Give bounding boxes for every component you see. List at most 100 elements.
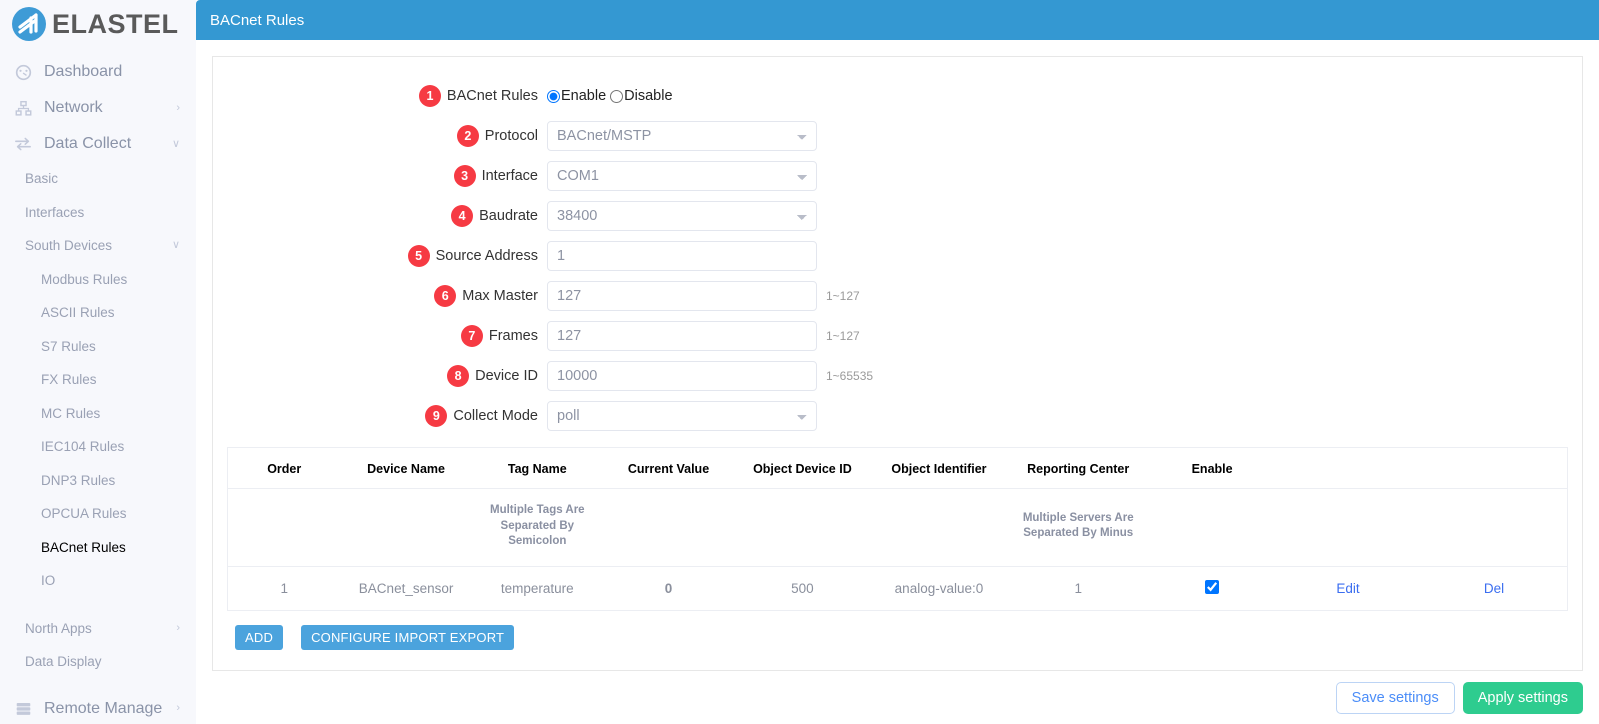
chevron-right-icon: › [176, 702, 180, 714]
chevron-right-icon: › [176, 621, 180, 634]
enable-radio[interactable] [547, 89, 560, 103]
add-button[interactable]: ADD [235, 624, 284, 650]
device-id-hint: 1~65535 [826, 369, 874, 383]
enable-checkbox[interactable] [1205, 579, 1220, 594]
delete-link[interactable]: Del [1484, 581, 1504, 596]
sidebar-item-basic[interactable]: Basic [0, 162, 196, 196]
protocol-select[interactable]: BACnet/MSTP [547, 121, 817, 151]
form-row-max-master: 6 Max Master 1~127 [227, 281, 1568, 311]
radio-option-disable[interactable]: Disable [610, 88, 673, 104]
dashboard-icon [13, 62, 33, 82]
main-area: BACnet Rules 1 BACnet Rules Enable Disab… [196, 0, 1599, 724]
badge-cell: 7 Frames [227, 325, 547, 347]
table-row: 1 BACnet_sensor temperature 0 500 analog… [228, 566, 1567, 610]
radio-option-enable[interactable]: Enable [547, 88, 606, 104]
rules-table: Order Device Name Tag Name Current Value… [228, 448, 1567, 610]
bacnet-settings-form: 1 BACnet Rules Enable Disable 2 Protocol… [227, 75, 1568, 431]
field-label-source-address: Source Address [435, 248, 538, 264]
enable-disable-radio-group: Enable Disable [547, 88, 673, 104]
page-title: BACnet Rules [210, 11, 305, 29]
sidebar-item-dnp3-rules[interactable]: DNP3 Rules [0, 464, 196, 498]
subhead-reporting-center: Multiple Servers Are Separated By Minus [1007, 488, 1150, 567]
table-actions: ADD CONFIGURE IMPORT EXPORT [227, 624, 1568, 650]
max-master-input[interactable] [547, 281, 817, 311]
sidebar-item-label: Data Display [25, 654, 102, 669]
interface-select[interactable]: COM1 [547, 161, 817, 191]
field-control: COM1 [547, 161, 817, 191]
form-row-frames: 7 Frames 1~127 [227, 321, 1568, 351]
sidebar-item-data-collect[interactable]: Data Collect ∨ [0, 126, 196, 162]
sidebar-item-interfaces[interactable]: Interfaces [0, 196, 196, 230]
chevron-right-icon: › [176, 101, 180, 114]
sidebar-item-label: North Apps [25, 620, 92, 636]
subhead-order [228, 488, 341, 567]
badge-cell: 3 Interface [227, 165, 547, 187]
sidebar-item-modbus-rules[interactable]: Modbus Rules [0, 263, 196, 297]
sidebar-item-mc-rules[interactable]: MC Rules [0, 397, 196, 431]
field-label-protocol: Protocol [484, 128, 538, 144]
field-control: poll [547, 401, 817, 431]
page-header-bar: BACnet Rules [196, 0, 1599, 40]
form-row-baudrate: 4 Baudrate 38400 [227, 201, 1568, 231]
sidebar-item-label: FX Rules [41, 372, 97, 387]
subhead-del [1420, 488, 1567, 567]
configure-import-export-button[interactable]: CONFIGURE IMPORT EXPORT [301, 624, 515, 650]
frames-input[interactable] [547, 321, 817, 351]
sidebar-item-ascii-rules[interactable]: ASCII Rules [0, 296, 196, 330]
chevron-down-icon: ∨ [171, 239, 180, 251]
sidebar-top-nav: Dashboard Network › Data Collect ∨ [0, 54, 196, 162]
source-address-input[interactable] [547, 241, 817, 271]
sidebar-item-label: IEC104 Rules [41, 439, 125, 454]
max-master-hint: 1~127 [826, 289, 860, 303]
subhead-tag-name: Multiple Tags Are Separated By Semicolon [471, 488, 603, 567]
collect-mode-select[interactable]: poll [547, 401, 817, 431]
col-enable: Enable [1149, 448, 1276, 489]
settings-card: 1 BACnet Rules Enable Disable 2 Protocol… [212, 56, 1583, 671]
step-badge-5: 5 [407, 245, 430, 267]
sidebar-item-iec104-rules[interactable]: IEC104 Rules [0, 430, 196, 464]
cell-object-device-id: 500 [791, 580, 814, 596]
cell-edit: Edit [1275, 566, 1421, 610]
chevron-down-icon: ∨ [171, 137, 180, 150]
device-id-input[interactable] [547, 361, 817, 391]
radio-label-enable: Enable [561, 88, 607, 104]
disable-radio[interactable] [610, 89, 624, 103]
badge-cell: 4 Baudrate [227, 205, 547, 227]
edit-link[interactable]: Edit [1336, 581, 1359, 596]
field-control [547, 321, 817, 351]
subhead-object-device-id [734, 488, 871, 567]
sidebar-item-io[interactable]: IO [0, 564, 196, 598]
sidebar-item-data-display[interactable]: Data Display [0, 645, 196, 679]
badge-cell: 2 Protocol [227, 125, 547, 147]
col-object-device-id: Object Device ID [734, 448, 871, 489]
sidebar-item-fx-rules[interactable]: FX Rules [0, 363, 196, 397]
sidebar-item-bacnet-rules[interactable]: BACnet Rules [0, 531, 196, 565]
elastel-logo-icon [10, 5, 48, 43]
sidebar-item-north-apps[interactable]: North Apps › [0, 612, 196, 646]
step-badge-2: 2 [456, 125, 479, 147]
col-device-name: Device Name [340, 448, 472, 489]
col-order: Order [228, 448, 341, 489]
sidebar-item-label: Modbus Rules [41, 271, 128, 287]
field-label-device-id: Device ID [475, 368, 538, 384]
badge-cell: 6 Max Master [227, 285, 547, 307]
sidebar-item-dashboard[interactable]: Dashboard [0, 54, 196, 90]
sidebar-item-network[interactable]: Network › [0, 90, 196, 126]
sidebar-item-south-devices[interactable]: South Devices ∨ [0, 229, 196, 263]
sidebar-item-opcua-rules[interactable]: OPCUA Rules [0, 497, 196, 531]
sidebar-item-label: Data Collect [44, 135, 132, 152]
col-object-identifier: Object Identifier [870, 448, 1008, 489]
content-area: 1 BACnet Rules Enable Disable 2 Protocol… [196, 40, 1599, 671]
subhead-object-identifier [870, 488, 1008, 567]
col-reporting-center: Reporting Center [1007, 448, 1150, 489]
sidebar-item-label: DNP3 Rules [41, 472, 116, 488]
brand-logo[interactable]: ELASTEL [0, 0, 196, 48]
badge-cell: 9 Collect Mode [227, 405, 547, 427]
sidebar-item-s7-rules[interactable]: S7 Rules [0, 330, 196, 364]
baudrate-select[interactable]: 38400 [547, 201, 817, 231]
sidebar-item-label: Interfaces [25, 204, 85, 220]
save-settings-button[interactable]: Save settings [1335, 682, 1455, 714]
apply-settings-button[interactable]: Apply settings [1462, 682, 1583, 714]
sidebar-item-remote-manage[interactable]: Remote Manage › [0, 691, 196, 724]
cell-current-value: 0 [664, 580, 673, 596]
